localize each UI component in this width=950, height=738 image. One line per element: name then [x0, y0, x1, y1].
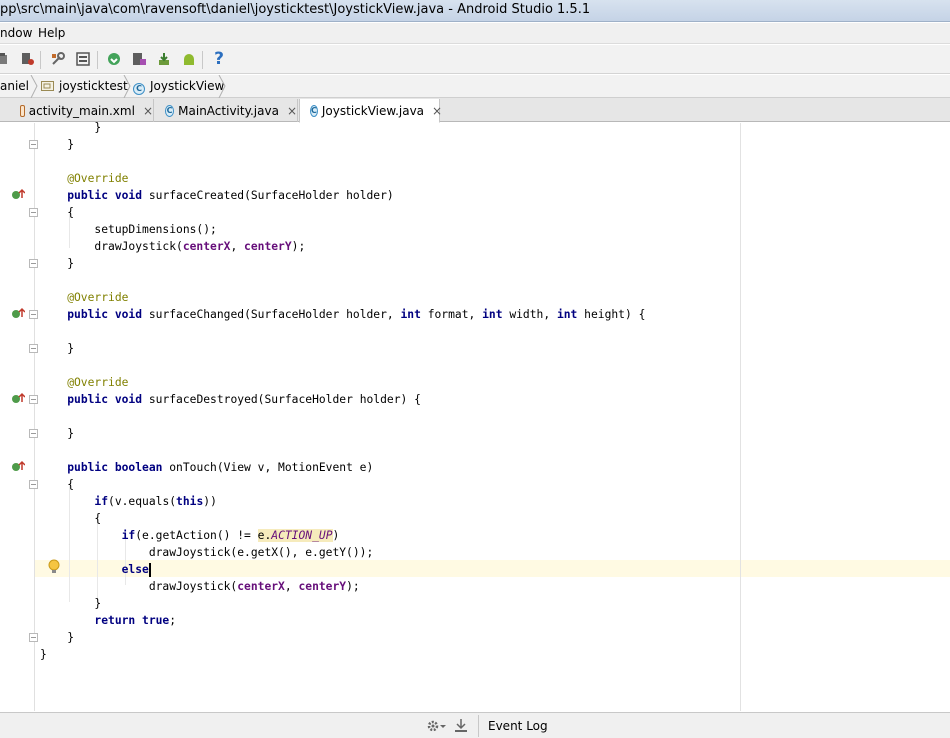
- code-line: drawJoystick(centerX, centerY);: [40, 580, 360, 593]
- class-icon: C: [310, 104, 318, 117]
- toolbar-separator: [40, 51, 41, 69]
- toolbar-separator: [97, 51, 98, 69]
- android-icon[interactable]: [180, 50, 198, 68]
- menu-help[interactable]: Help: [38, 26, 65, 40]
- code-line: }: [40, 342, 75, 355]
- avd-manager-icon[interactable]: [155, 50, 173, 68]
- code-line: else: [121, 563, 151, 577]
- code-line: {: [40, 206, 75, 219]
- tab-joystickview[interactable]: C JoystickView.java ×: [299, 99, 442, 123]
- text-caret: [148, 563, 151, 577]
- close-icon[interactable]: ×: [287, 104, 297, 118]
- code-line: drawJoystick(centerX, centerY);: [40, 240, 306, 253]
- close-icon[interactable]: ×: [432, 104, 442, 118]
- implements-method-icon[interactable]: [11, 307, 25, 319]
- main-toolbar: ?: [0, 45, 950, 74]
- code-line: }: [40, 631, 75, 644]
- menu-window[interactable]: ndow: [0, 26, 32, 40]
- fold-marker[interactable]: [29, 259, 38, 268]
- code-line: public void surfaceDestroyed(SurfaceHold…: [67, 393, 421, 406]
- window-title: pp\src\main\java\com\ravensoft\daniel\jo…: [0, 2, 591, 17]
- code-line: @Override: [40, 172, 129, 185]
- help-label: ?: [214, 49, 224, 69]
- tab-label: MainActivity.java: [178, 103, 279, 118]
- fold-marker[interactable]: [29, 633, 38, 642]
- code-line: @Override: [40, 376, 129, 389]
- code-line: public void surfaceCreated(SurfaceHolder…: [67, 189, 394, 202]
- breadcrumb-separator-icon: [218, 75, 226, 98]
- fold-marker[interactable]: [29, 344, 38, 353]
- folder-icon: [41, 80, 54, 94]
- code-line: public boolean onTouch(View v, MotionEve…: [67, 461, 374, 474]
- tab-mainactivity[interactable]: C MainActivity.java ×: [155, 99, 298, 122]
- download-icon[interactable]: [454, 718, 468, 734]
- code-line: setupDimensions();: [40, 223, 217, 236]
- close-icon[interactable]: ×: [143, 104, 153, 118]
- project-structure-icon[interactable]: [49, 50, 67, 68]
- code-line: if(v.equals(this)): [94, 495, 217, 508]
- device-monitor-icon[interactable]: [130, 50, 148, 68]
- status-separator: [478, 715, 479, 737]
- attach-icon[interactable]: [18, 50, 36, 68]
- breadcrumb-item-joysticktest[interactable]: joysticktest: [59, 79, 128, 93]
- code-line: }: [40, 257, 75, 270]
- event-log-button[interactable]: Event Log: [488, 719, 548, 733]
- implements-method-icon[interactable]: [11, 188, 25, 200]
- code-line: }: [40, 648, 47, 661]
- tab-label: activity_main.xml: [28, 103, 135, 118]
- editor-tabs: activity_main.xml × C MainActivity.java …: [0, 98, 950, 123]
- code-line: }: [40, 597, 102, 610]
- code-line: @Override: [40, 291, 129, 304]
- toolbar-separator: [202, 51, 203, 69]
- fold-marker[interactable]: [29, 429, 38, 438]
- breadcrumb-separator-icon: [123, 75, 131, 98]
- help-icon[interactable]: ?: [210, 49, 228, 69]
- sdk-manager-icon[interactable]: [74, 50, 92, 68]
- fold-marker[interactable]: [29, 140, 38, 149]
- code-editor[interactable]: } } @Override public void surfaceCreated…: [0, 121, 950, 711]
- fold-marker[interactable]: [29, 208, 38, 217]
- breadcrumb-separator-icon: [30, 75, 38, 98]
- fold-marker[interactable]: [29, 395, 38, 404]
- code-line: {: [40, 512, 102, 525]
- title-bar: pp\src\main\java\com\ravensoft\daniel\jo…: [0, 0, 950, 22]
- fold-marker[interactable]: [29, 310, 38, 319]
- settings-gear-icon[interactable]: [425, 718, 447, 734]
- breadcrumb-item-daniel[interactable]: aniel: [0, 79, 29, 93]
- code-line: }: [40, 427, 75, 440]
- code-line: {: [40, 478, 75, 491]
- xml-file-icon: [20, 104, 25, 117]
- tab-label: JoystickView.java: [321, 103, 425, 118]
- right-margin-guide: [740, 123, 741, 711]
- implements-method-icon[interactable]: [11, 392, 25, 404]
- code-line: public void surfaceChanged(SurfaceHolder…: [67, 308, 646, 321]
- sync-icon[interactable]: [105, 50, 123, 68]
- code-line: return true;: [94, 614, 177, 627]
- status-bar: Event Log: [0, 712, 950, 738]
- code-line: }: [40, 138, 75, 151]
- fold-marker[interactable]: [29, 480, 38, 489]
- code-line: if(e.getAction() != e.ACTION_UP): [121, 529, 340, 542]
- breadcrumb-item-joystickview[interactable]: JoystickView: [150, 79, 224, 93]
- menu-bar: ndow Help: [0, 23, 950, 44]
- code-line: drawJoystick(e.getX(), e.getY());: [40, 546, 374, 559]
- run-debug-icon[interactable]: [0, 50, 12, 68]
- class-icon: C: [133, 80, 145, 95]
- implements-method-icon[interactable]: [11, 460, 25, 472]
- code-line: }: [40, 121, 102, 134]
- breadcrumb: aniel joysticktest C JoystickView: [0, 75, 950, 98]
- class-icon: C: [165, 104, 175, 117]
